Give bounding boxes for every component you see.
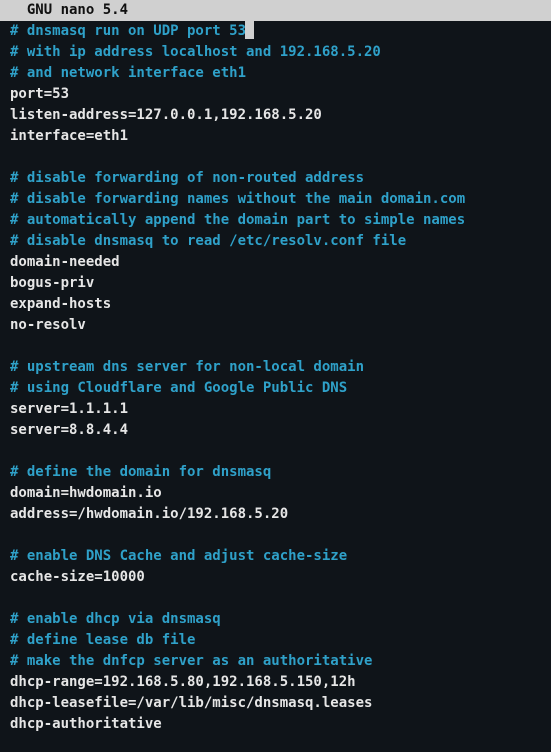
editor-line[interactable]: no-resolv [10, 315, 541, 336]
editor-line[interactable]: domain=hwdomain.io [10, 483, 541, 504]
editor-line[interactable]: server=8.8.4.4 [10, 420, 541, 441]
editor-line[interactable]: # and network interface eth1 [10, 63, 541, 84]
editor-line[interactable]: # define the domain for dnsmasq [10, 462, 541, 483]
editor-line[interactable]: bogus-priv [10, 273, 541, 294]
editor-line[interactable]: address=/hwdomain.io/192.168.5.20 [10, 504, 541, 525]
editor-line[interactable]: # disable forwarding of non-routed addre… [10, 168, 541, 189]
editor-line[interactable]: # make the dnfcp server as an authoritat… [10, 651, 541, 672]
editor-line[interactable]: dhcp-range=192.168.5.80,192.168.5.150,12… [10, 672, 541, 693]
editor-line[interactable] [10, 336, 541, 357]
text-cursor [245, 21, 254, 39]
editor-line[interactable]: # enable DNS Cache and adjust cache-size [10, 546, 541, 567]
editor-line[interactable]: # disable forwarding names without the m… [10, 189, 541, 210]
editor-line[interactable]: # with ip address localhost and 192.168.… [10, 42, 541, 63]
editor-line[interactable] [10, 588, 541, 609]
nano-text-buffer[interactable]: # dnsmasq run on UDP port 53# with ip ad… [0, 21, 551, 745]
nano-title-bar: GNU nano 5.4 [0, 0, 551, 21]
editor-line[interactable]: # disable dnsmasq to read /etc/resolv.co… [10, 231, 541, 252]
editor-line[interactable] [10, 147, 541, 168]
editor-line[interactable]: interface=eth1 [10, 126, 541, 147]
editor-line[interactable]: # enable dhcp via dnsmasq [10, 609, 541, 630]
editor-line[interactable]: domain-needed [10, 252, 541, 273]
editor-line[interactable]: # dnsmasq run on UDP port 53 [10, 21, 541, 42]
editor-line[interactable]: # automatically append the domain part t… [10, 210, 541, 231]
editor-line[interactable]: expand-hosts [10, 294, 541, 315]
editor-line[interactable]: listen-address=127.0.0.1,192.168.5.20 [10, 105, 541, 126]
editor-line[interactable] [10, 525, 541, 546]
editor-line[interactable]: server=1.1.1.1 [10, 399, 541, 420]
editor-line[interactable]: # upstream dns server for non-local doma… [10, 357, 541, 378]
editor-line[interactable] [10, 441, 541, 462]
editor-line[interactable]: dhcp-leasefile=/var/lib/misc/dnsmasq.lea… [10, 693, 541, 714]
editor-line[interactable]: dhcp-authoritative [10, 714, 541, 735]
editor-line[interactable]: port=53 [10, 84, 541, 105]
editor-line[interactable]: # using Cloudflare and Google Public DNS [10, 378, 541, 399]
editor-line[interactable]: cache-size=10000 [10, 567, 541, 588]
editor-line[interactable]: # define lease db file [10, 630, 541, 651]
